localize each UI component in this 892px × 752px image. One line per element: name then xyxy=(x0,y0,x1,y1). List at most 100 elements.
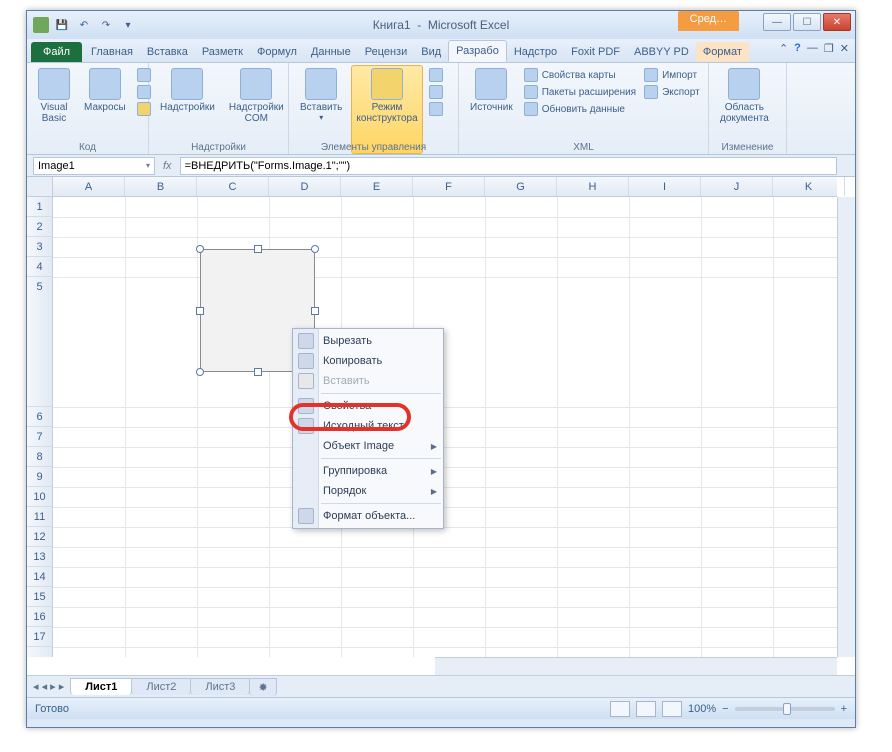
col-header[interactable]: C xyxy=(197,177,269,196)
menu-view-code[interactable]: Исходный текст xyxy=(293,416,443,436)
map-properties-button[interactable]: Свойства карты xyxy=(522,67,638,83)
tab-abbyy[interactable]: ABBYY PD xyxy=(627,42,696,62)
row-header[interactable]: 6 xyxy=(27,407,52,427)
tab-formulas[interactable]: Формул xyxy=(250,42,304,62)
menu-properties[interactable]: Свойства xyxy=(293,396,443,416)
sheet-tab[interactable]: Лист2 xyxy=(131,678,191,695)
zoom-level[interactable]: 100% xyxy=(688,703,716,715)
menu-copy[interactable]: Копировать xyxy=(293,351,443,371)
row-header[interactable]: 10 xyxy=(27,487,52,507)
tab-addins[interactable]: Надстро xyxy=(507,42,564,62)
zoom-in-button[interactable]: + xyxy=(841,703,847,715)
workbook-minimize-icon[interactable]: — xyxy=(807,42,818,55)
col-header[interactable]: G xyxy=(485,177,557,196)
workbook-restore-icon[interactable]: ❐ xyxy=(824,42,834,55)
file-tab[interactable]: Файл xyxy=(31,42,82,62)
expansion-packs-button[interactable]: Пакеты расширения xyxy=(522,84,638,100)
page-layout-view-button[interactable] xyxy=(636,701,656,717)
page-break-view-button[interactable] xyxy=(662,701,682,717)
tab-home[interactable]: Главная xyxy=(84,42,140,62)
view-code-button[interactable] xyxy=(427,84,445,100)
row-header[interactable]: 4 xyxy=(27,257,52,277)
workbook-close-icon[interactable]: ✕ xyxy=(840,42,849,55)
import-button[interactable]: Импорт xyxy=(642,67,702,83)
col-header[interactable]: D xyxy=(269,177,341,196)
document-panel-button[interactable]: Область документа xyxy=(715,65,774,154)
run-dialog-button[interactable] xyxy=(427,101,445,117)
col-header[interactable]: I xyxy=(629,177,701,196)
row-header[interactable]: 2 xyxy=(27,217,52,237)
resize-handle[interactable] xyxy=(196,368,204,376)
menu-image-object[interactable]: Объект Image▶ xyxy=(293,436,443,456)
minimize-button[interactable]: — xyxy=(763,13,791,31)
menu-cut[interactable]: Вырезать xyxy=(293,331,443,351)
resize-handle[interactable] xyxy=(254,368,262,376)
visual-basic-button[interactable]: Visual Basic xyxy=(33,65,75,154)
vertical-scrollbar[interactable] xyxy=(837,197,855,657)
row-header[interactable]: 13 xyxy=(27,547,52,567)
menu-order[interactable]: Порядок▶ xyxy=(293,481,443,501)
qat-undo-icon[interactable]: ↶ xyxy=(75,16,93,34)
col-header[interactable]: E xyxy=(341,177,413,196)
macros-button[interactable]: Макросы xyxy=(79,65,131,154)
row-header[interactable]: 16 xyxy=(27,607,52,627)
sheet-tab-active[interactable]: Лист1 xyxy=(70,678,132,695)
tab-review[interactable]: Рецензи xyxy=(358,42,415,62)
row-header[interactable]: 17 xyxy=(27,627,52,647)
row-header[interactable]: 1 xyxy=(27,197,52,217)
insert-control-button[interactable]: Вставить▾ xyxy=(295,65,347,154)
addins-button[interactable]: Надстройки xyxy=(155,65,220,154)
tab-foxit[interactable]: Foxit PDF xyxy=(564,42,627,62)
qat-save-icon[interactable]: 💾 xyxy=(53,16,71,34)
col-header[interactable]: K xyxy=(773,177,845,196)
export-button[interactable]: Экспорт xyxy=(642,84,702,100)
help-icon[interactable]: ? xyxy=(794,42,801,55)
row-header[interactable]: 5 xyxy=(27,277,52,407)
zoom-slider[interactable] xyxy=(735,707,835,711)
tab-data[interactable]: Данные xyxy=(304,42,358,62)
qat-dropdown-icon[interactable]: ▾ xyxy=(119,16,137,34)
row-header[interactable]: 3 xyxy=(27,237,52,257)
col-header[interactable]: A xyxy=(53,177,125,196)
qat-redo-icon[interactable]: ↷ xyxy=(97,16,115,34)
close-button[interactable]: ✕ xyxy=(823,13,851,31)
name-box-dropdown-icon[interactable]: ▾ xyxy=(146,161,150,170)
col-header[interactable]: F xyxy=(413,177,485,196)
fx-icon[interactable]: fx xyxy=(155,160,180,172)
formula-input[interactable]: =ВНЕДРИТЬ("Forms.Image.1";"") xyxy=(180,157,837,175)
row-header[interactable]: 11 xyxy=(27,507,52,527)
row-header[interactable]: 7 xyxy=(27,427,52,447)
row-header[interactable]: 8 xyxy=(27,447,52,467)
zoom-out-button[interactable]: − xyxy=(722,703,728,715)
tab-view[interactable]: Вид xyxy=(414,42,448,62)
zoom-slider-thumb[interactable] xyxy=(783,703,791,715)
row-header[interactable]: 15 xyxy=(27,587,52,607)
menu-format-object[interactable]: Формат объекта... xyxy=(293,506,443,526)
minimize-ribbon-icon[interactable]: ⌃ xyxy=(779,42,788,55)
refresh-data-button[interactable]: Обновить данные xyxy=(522,101,638,117)
row-header[interactable]: 12 xyxy=(27,527,52,547)
col-header[interactable]: J xyxy=(701,177,773,196)
row-header[interactable]: 14 xyxy=(27,567,52,587)
com-addins-button[interactable]: Надстройки COM xyxy=(224,65,289,154)
sheet-nav-arrows[interactable]: ◂ ◂ ▸ ▸ xyxy=(27,680,70,693)
normal-view-button[interactable] xyxy=(610,701,630,717)
resize-handle[interactable] xyxy=(196,307,204,315)
row-header[interactable]: 9 xyxy=(27,467,52,487)
select-all-corner[interactable] xyxy=(27,177,53,197)
tab-layout[interactable]: Разметк xyxy=(195,42,250,62)
insert-sheet-button[interactable]: ✸ xyxy=(249,678,276,696)
menu-grouping[interactable]: Группировка▶ xyxy=(293,461,443,481)
xml-source-button[interactable]: Источник xyxy=(465,65,518,154)
col-header[interactable]: B xyxy=(125,177,197,196)
cells-area[interactable] xyxy=(53,197,837,657)
properties-button[interactable] xyxy=(427,67,445,83)
horizontal-scrollbar[interactable] xyxy=(435,657,837,675)
col-header[interactable]: H xyxy=(557,177,629,196)
maximize-button[interactable]: ☐ xyxy=(793,13,821,31)
resize-handle[interactable] xyxy=(311,307,319,315)
design-mode-button[interactable]: Режим конструктора xyxy=(351,65,422,154)
sheet-tab[interactable]: Лист3 xyxy=(190,678,250,695)
resize-handle[interactable] xyxy=(196,245,204,253)
name-box[interactable]: Image1▾ xyxy=(33,157,155,175)
